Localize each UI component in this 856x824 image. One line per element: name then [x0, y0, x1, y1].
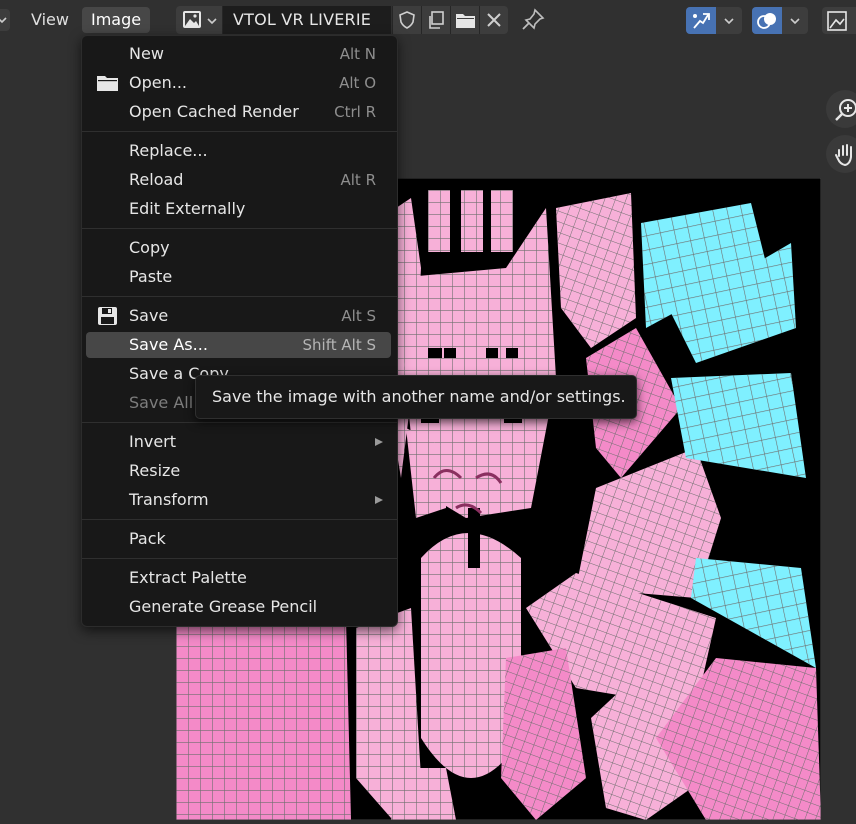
image-editor-header: View Image VTOL VR LIVERIE [0, 0, 856, 40]
pin-icon[interactable] [520, 8, 546, 32]
menu-item-open-cached-render[interactable]: Open Cached Render Ctrl R [86, 99, 391, 125]
submenu-arrow-icon [375, 496, 383, 504]
unlink-x-icon [487, 13, 501, 27]
menu-item-pack[interactable]: Pack [86, 526, 391, 552]
menu-separator [82, 558, 397, 559]
menu-item-label: Replace... [129, 141, 208, 160]
image-type-icon [183, 11, 201, 28]
menu-separator [82, 296, 397, 297]
fake-user-button[interactable] [392, 6, 421, 34]
tooltip-text: Save the image with another name and/or … [212, 387, 626, 406]
menu-item-label: Copy [129, 238, 170, 257]
menu-item-shortcut: Alt S [341, 307, 376, 325]
menu-item-save[interactable]: Save Alt S [86, 303, 391, 329]
image-datablock-selector: VTOL VR LIVERIE [176, 6, 512, 34]
uv-sync-selection-toggle[interactable] [686, 7, 742, 34]
menu-item-label: Reload [129, 170, 184, 189]
chevron-down-icon [207, 18, 217, 25]
menu-item-label: Extract Palette [129, 568, 247, 587]
menu-item-label: Save All [129, 393, 194, 412]
uv-sync-icon [693, 13, 710, 29]
save-disk-icon [98, 307, 117, 325]
menu-item-extract-palette[interactable]: Extract Palette [86, 565, 391, 591]
menu-item-label: Edit Externally [129, 199, 246, 218]
menu-separator [82, 131, 397, 132]
menu-item-label: New [129, 44, 164, 63]
duplicate-image-button[interactable] [421, 6, 450, 34]
fake-user-shield-icon [399, 11, 415, 29]
menu-item-paste[interactable]: Paste [86, 264, 391, 290]
menu-item-invert[interactable]: Invert [86, 429, 391, 455]
menu-item-save-as[interactable]: Save As... Shift Alt S [86, 332, 391, 358]
menu-item-copy[interactable]: Copy [86, 235, 391, 261]
display-channels-icon [827, 11, 847, 31]
chevron-down-icon [790, 18, 800, 25]
menu-item-label: Open... [129, 73, 187, 92]
duplicate-icon [429, 11, 444, 29]
hand-pan-icon [835, 144, 852, 167]
menu-item-resize[interactable]: Resize [86, 458, 391, 484]
image-name-field[interactable]: VTOL VR LIVERIE [223, 6, 391, 34]
editor-type-dropdown[interactable] [0, 9, 10, 31]
menu-item-transform[interactable]: Transform [86, 487, 391, 513]
menu-item-shortcut: Shift Alt S [302, 336, 376, 354]
menu-item-shortcut: Alt R [340, 171, 376, 189]
image-menu-dropdown: New Alt N Open... Alt O Open Cached Rend… [81, 35, 398, 627]
folder-icon [97, 76, 118, 91]
display-channels-button[interactable] [822, 7, 856, 34]
menu-item-replace[interactable]: Replace... [86, 138, 391, 164]
chevron-down-icon [724, 18, 734, 25]
menu-item-label: Save [129, 306, 169, 325]
menu-separator [82, 422, 397, 423]
menu-item-label: Generate Grease Pencil [129, 597, 318, 616]
menu-item-label: Paste [129, 267, 173, 286]
menu-item-shortcut: Ctrl R [334, 103, 376, 121]
menu-item-shortcut: Alt N [339, 45, 376, 63]
zoom-in-icon [835, 99, 856, 121]
overlay-toggle[interactable] [752, 7, 808, 34]
chevron-down-icon [0, 17, 7, 24]
menu-item-label: Open Cached Render [129, 102, 299, 121]
menu-item-label: Transform [129, 490, 209, 509]
menu-item-shortcut: Alt O [339, 74, 376, 92]
pan-view-button[interactable] [826, 135, 856, 173]
menu-item-label: Save As... [129, 335, 208, 354]
image-browse-button[interactable] [176, 6, 223, 34]
menu-separator [82, 228, 397, 229]
menu-item-reload[interactable]: Reload Alt R [86, 167, 391, 193]
menu-item-label: Pack [129, 529, 166, 548]
menu-item-new[interactable]: New Alt N [86, 41, 391, 67]
menu-image[interactable]: Image [82, 7, 151, 33]
menu-item-generate-grease-pencil[interactable]: Generate Grease Pencil [86, 594, 391, 620]
zoom-view-button[interactable] [826, 90, 856, 128]
menu-item-edit-externally[interactable]: Edit Externally [86, 196, 391, 222]
menu-view[interactable]: View [22, 7, 78, 33]
menu-item-label: Resize [129, 461, 181, 480]
menu-separator [82, 519, 397, 520]
menu-item-label: Invert [129, 432, 177, 451]
save-as-tooltip: Save the image with another name and/or … [195, 375, 637, 419]
open-image-button[interactable] [450, 6, 479, 34]
unlink-image-button[interactable] [479, 6, 508, 34]
menu-item-open[interactable]: Open... Alt O [86, 70, 391, 96]
overlay-icon [757, 13, 776, 29]
open-folder-icon [456, 14, 475, 28]
submenu-arrow-icon [375, 438, 383, 446]
